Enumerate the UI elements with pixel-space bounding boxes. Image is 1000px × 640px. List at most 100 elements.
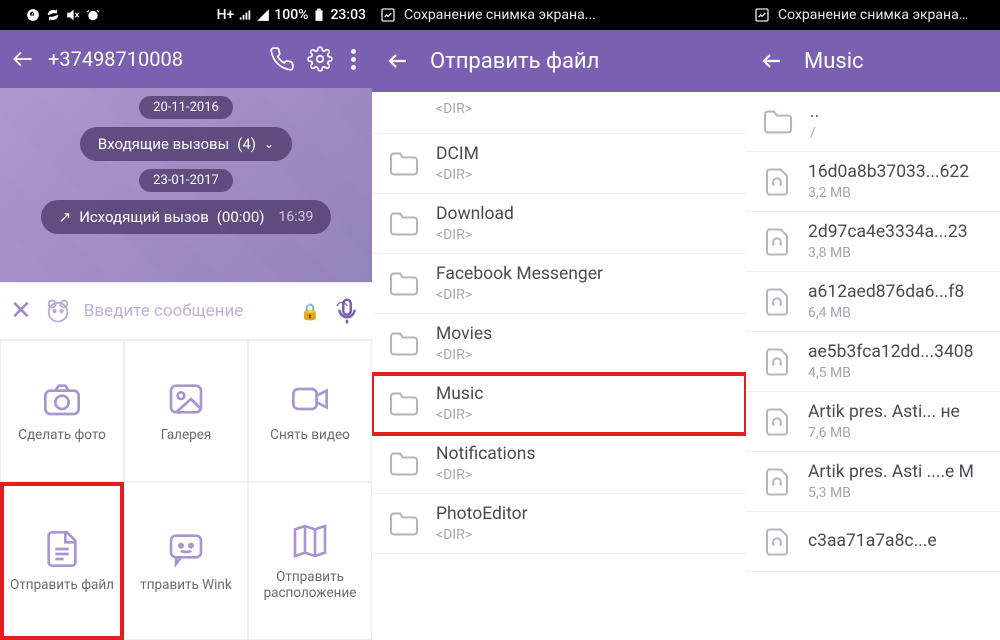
attach-label: Снять видео: [270, 427, 350, 443]
folder-icon: [388, 151, 420, 177]
item-name: Facebook Messenger: [436, 264, 603, 285]
back-icon[interactable]: [10, 46, 36, 72]
item-name: a612aed876da6...f8: [808, 282, 964, 303]
list-item[interactable]: Download <DIR>: [372, 194, 746, 254]
folder-icon: [762, 109, 794, 135]
list-item[interactable]: Facebook Messenger<DIR>: [372, 254, 746, 314]
attach-label: Сделать фото: [18, 427, 106, 443]
message-input[interactable]: Введите сообщение: [84, 301, 288, 321]
lock-icon[interactable]: 🔒: [300, 302, 320, 321]
attach-gallery[interactable]: Галерея: [124, 340, 248, 482]
statusbar-right: H+ 100% 23:03: [217, 7, 366, 23]
item-sub: 6,4 MB: [808, 305, 964, 321]
message-input-row: ✕ Введите сообщение 🔒: [0, 282, 372, 340]
folder-icon: [388, 331, 420, 357]
battery-percent: 100%: [274, 7, 308, 23]
item-sub: /: [810, 125, 819, 141]
outgoing-call-pill[interactable]: ↗ Исходящий вызов (00:00) 16:39: [41, 200, 332, 234]
attach-take-photo[interactable]: Сделать фото: [0, 340, 124, 482]
item-sub: <DIR>: [436, 527, 528, 543]
file-list[interactable]: ../ 16d0a8b37033...6223,2 MB 2d97ca4e333…: [746, 92, 1000, 572]
item-sub: 7,6 MB: [808, 425, 960, 441]
incoming-calls-pill[interactable]: Входящие вызовы (4) ⌄: [80, 127, 292, 161]
attach-label: Отправить файл: [10, 577, 114, 593]
list-item[interactable]: Movies<DIR>: [372, 314, 746, 374]
date-divider: 20-11-2016: [139, 96, 233, 119]
statusbar-text: Сохранение снимка экрана...: [404, 7, 596, 23]
list-item[interactable]: <DIR>: [372, 92, 746, 134]
map-icon: [288, 521, 332, 561]
item-name: Artik pres. Asti... не: [808, 402, 960, 423]
audio-file-icon: [762, 407, 792, 437]
folder-icon: [388, 511, 420, 537]
back-icon[interactable]: [760, 49, 784, 73]
outgoing-duration: (00:00): [217, 208, 265, 226]
chevron-down-icon: ⌄: [264, 137, 274, 151]
attach-send-location[interactable]: Отправить расположение: [248, 482, 372, 640]
item-name: PhotoEditor: [436, 504, 528, 525]
list-item-up[interactable]: ../: [746, 92, 1000, 152]
panel-chat: H+ 100% 23:03 +37498710008 20-11-2016 Вх…: [0, 0, 372, 640]
contact-phone[interactable]: +37498710008: [48, 47, 257, 71]
list-item[interactable]: PhotoEditor <DIR>: [372, 494, 746, 554]
image-icon: [164, 379, 208, 419]
settings-gear-icon[interactable]: [307, 46, 333, 72]
folder-icon: [388, 451, 420, 477]
android-statusbar: Сохранение снимка экрана…: [746, 0, 1000, 30]
attach-send-wink[interactable]: тправить Wink: [124, 482, 248, 640]
date-divider: 23-01-2017: [139, 169, 233, 192]
incoming-count: (4): [237, 135, 256, 153]
list-item[interactable]: 2d97ca4e3334a...23 3,8 MB: [746, 212, 1000, 272]
list-item-music[interactable]: Music <DIR>: [372, 374, 746, 434]
usb-icon: [6, 8, 20, 22]
list-item[interactable]: Notifications <DIR>: [372, 434, 746, 494]
attach-take-video[interactable]: Снять видео: [248, 340, 372, 482]
picker-header: Отправить файл: [372, 30, 746, 92]
picker-title: Отправить файл: [430, 49, 599, 74]
folder-list[interactable]: <DIR> DCIM<DIR> Download <DIR> Facebook M…: [372, 92, 746, 554]
list-item[interactable]: DCIM<DIR>: [372, 134, 746, 194]
outgoing-arrow-icon: ↗: [59, 208, 72, 226]
signal-icon: [238, 8, 252, 22]
statusbar-text: Сохранение снимка экрана…: [778, 7, 968, 23]
attach-send-file[interactable]: Отправить файл: [0, 482, 124, 640]
item-sub: 4,5 MB: [808, 365, 973, 381]
item-sub: 3,2 MB: [808, 185, 969, 201]
list-item[interactable]: Artik pres. Asti ....е M5,3 MB: [746, 452, 1000, 512]
back-icon[interactable]: [386, 49, 410, 73]
item-name: Notifications: [436, 444, 535, 465]
sticker-bear-icon[interactable]: [44, 297, 72, 325]
item-name: Movies: [436, 324, 492, 345]
item-name: 2d97ca4e3334a...23: [808, 222, 968, 243]
item-sub: <DIR>: [436, 227, 514, 243]
menu-overflow-icon[interactable]: [345, 49, 362, 70]
chat-header: +37498710008: [0, 30, 372, 88]
audio-file-icon: [762, 347, 792, 377]
list-item[interactable]: 16d0a8b37033...6223,2 MB: [746, 152, 1000, 212]
chat-area[interactable]: 20-11-2016 Входящие вызовы (4) ⌄ 23-01-2…: [0, 88, 372, 282]
item-sub: 5,3 MB: [808, 485, 974, 501]
list-item[interactable]: a612aed876da6...f8 6,4 MB: [746, 272, 1000, 332]
statusbar-left-icons: [6, 8, 100, 22]
folder-icon: [388, 211, 420, 237]
call-icon[interactable]: [269, 46, 295, 72]
item-name: Download: [436, 204, 514, 225]
video-icon: [288, 379, 332, 419]
attach-label: Отправить расположение: [249, 569, 371, 601]
attach-label: Галерея: [161, 427, 212, 443]
android-statusbar: H+ 100% 23:03: [0, 0, 372, 30]
item-name: Music: [436, 384, 483, 405]
item-sub: <DIR>: [436, 407, 483, 423]
list-item[interactable]: Artik pres. Asti... не 7,6 MB: [746, 392, 1000, 452]
list-item[interactable]: c3aa71a7a8c...e: [746, 512, 1000, 572]
clock-time: 23:03: [330, 7, 366, 23]
voice-mic-icon[interactable]: [332, 296, 362, 326]
item-sub: <DIR>: [436, 467, 535, 483]
screenshot-save-icon: [754, 7, 770, 23]
close-icon[interactable]: ✕: [10, 296, 32, 326]
item-sub: 3,8 MB: [808, 245, 968, 261]
folder-icon: [388, 391, 420, 417]
attachment-grid: Сделать фото Галерея Снять видео Отправи…: [0, 340, 372, 640]
battery-icon: [312, 8, 326, 22]
list-item[interactable]: ae5b3fca12dd...34084,5 MB: [746, 332, 1000, 392]
